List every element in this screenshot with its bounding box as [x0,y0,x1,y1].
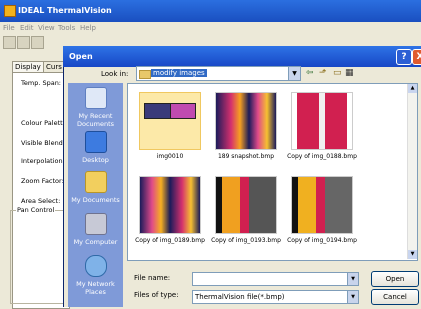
new-folder-icon[interactable]: ▭ [333,68,342,78]
copy-icon[interactable] [31,36,44,49]
chevron-down-icon[interactable]: ▼ [347,273,358,285]
menu-tools[interactable]: Tools [58,24,75,32]
places-bar: My Recent Documents Desktop My Documents… [68,83,123,307]
save-icon[interactable] [17,36,30,49]
pan-control-label: Pan Control [16,206,56,214]
view-menu-icon[interactable]: ▦ [345,68,354,78]
app-title: IDEAL ThermalVision [18,6,112,15]
my-documents-icon [84,171,107,193]
setting-temp-span: Temp. Span: [21,79,61,87]
files-of-type-label: Files of type: [134,291,179,299]
file-list[interactable]: img0010 189 snapshot.bmp Copy of img_018… [127,83,418,261]
file-name-label: File name: [134,274,171,282]
folder-thumbnail [139,92,201,150]
thermal-thumbnail [215,176,277,234]
files-of-type-value: ThermalVision file(*.bmp) [195,293,285,301]
dialog-title: Open [69,52,93,61]
up-folder-icon[interactable]: ⬏ [319,68,327,78]
file-name: 189 snapshot.bmp [217,153,275,160]
open-folder-icon[interactable] [3,36,16,49]
pan-control-group [10,210,68,304]
setting-interpolation: Interpolation: [21,157,65,165]
thermal-thumbnail [291,92,353,150]
place-recent-documents[interactable]: My Recent Documents [68,87,123,128]
thumb-preview [170,103,196,119]
thermal-thumbnail [215,92,277,150]
look-in-label: Look in: [101,70,129,78]
place-desktop[interactable]: Desktop [68,131,123,164]
chevron-down-icon[interactable]: ▼ [288,67,300,80]
close-button[interactable]: X [412,49,421,65]
setting-colour-palette: Colour Palette [21,119,67,127]
app-title-bar: IDEAL ThermalVision [0,0,421,22]
menu-help[interactable]: Help [80,24,96,32]
thermal-thumbnail [139,176,201,234]
app-menu-bar: File Edit View Tools Help [0,22,421,34]
folder-icon [139,70,151,79]
desktop-icon [84,131,107,153]
open-button[interactable]: Open [371,271,419,287]
file-item[interactable]: Copy of img_0189.bmp [134,176,206,244]
app-icon [4,5,16,17]
place-my-documents[interactable]: My Documents [68,171,123,204]
setting-area-select: Area Select: [21,197,61,205]
thumb-preview [144,103,172,119]
file-name-input[interactable]: ▼ [192,272,359,286]
file-name: Copy of img_0194.bmp [287,237,357,244]
help-button[interactable]: ? [396,49,412,65]
file-name: Copy of img_0189.bmp [135,237,205,244]
dialog-title-bar: Open ? X [63,46,421,67]
setting-visible-blend: Visible Blend: [21,139,65,147]
chevron-down-icon[interactable]: ▼ [347,291,358,303]
file-item[interactable]: 189 snapshot.bmp [210,92,282,160]
menu-view[interactable]: View [38,24,55,32]
setting-zoom-factor: Zoom Factor: [21,177,64,185]
place-network-places[interactable]: My Network Places [68,255,123,296]
scroll-up-icon[interactable]: ▲ [408,84,417,93]
files-of-type-dropdown[interactable]: ThermalVision file(*.bmp) ▼ [192,290,359,304]
network-places-icon [84,255,107,277]
scroll-down-icon[interactable]: ▼ [408,250,417,259]
thermal-thumbnail [291,176,353,234]
file-item[interactable]: Copy of img_0194.bmp [286,176,358,244]
menu-edit[interactable]: Edit [20,24,34,32]
file-name: img0010 [156,153,184,160]
my-computer-icon [84,213,107,235]
look-in-dropdown[interactable]: modify images ▼ [136,66,301,81]
file-item[interactable]: Copy of img_0193.bmp [210,176,282,244]
place-my-computer[interactable]: My Computer [68,213,123,246]
cancel-button[interactable]: Cancel [371,289,419,305]
recent-documents-icon [84,87,107,109]
menu-file[interactable]: File [3,24,15,32]
file-item[interactable]: Copy of img_0188.bmp [286,92,358,160]
file-list-scrollbar[interactable]: ▲ ▼ [407,84,417,259]
look-in-value: modify images [151,69,207,77]
back-icon[interactable]: ⇦ [306,68,314,78]
file-item-folder[interactable]: img0010 [134,92,206,160]
file-name: Copy of img_0188.bmp [287,153,357,160]
file-name: Copy of img_0193.bmp [211,237,281,244]
